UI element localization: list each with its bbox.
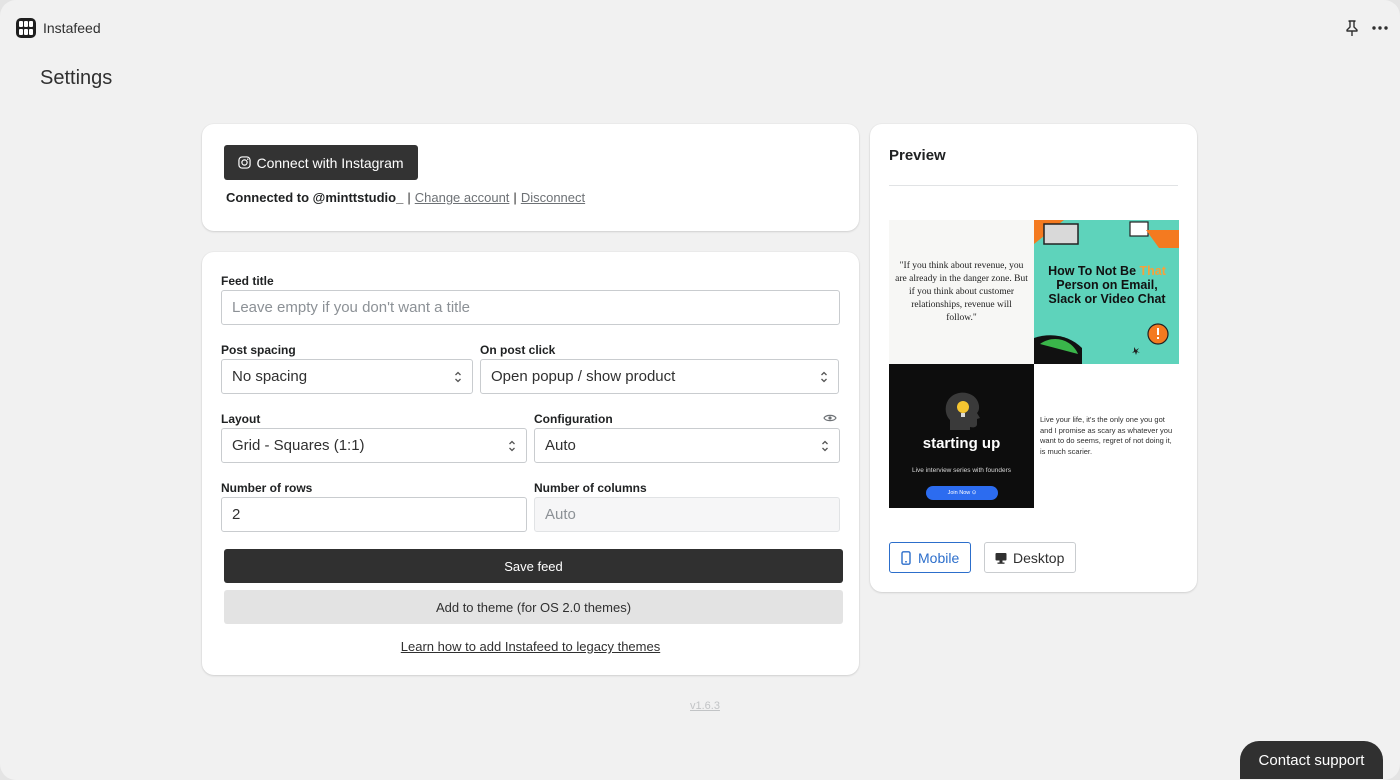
disconnect-link[interactable]: Disconnect [521, 190, 585, 205]
on-post-click-value: Open popup / show product [491, 368, 676, 385]
select-arrows-icon [822, 440, 828, 452]
post-starting-up-title: starting up [922, 435, 1001, 452]
post-life-text: Live your life, it's the only one you go… [1040, 415, 1173, 456]
version-link[interactable]: v1.6.3 [690, 700, 720, 712]
head-bulb-icon [945, 392, 980, 430]
post-spacing-select[interactable]: No spacing [221, 359, 473, 394]
configuration-value: Auto [545, 437, 576, 454]
pin-icon[interactable] [1343, 19, 1361, 37]
add-to-theme-button[interactable]: Add to theme (for OS 2.0 themes) [224, 590, 843, 624]
tab-desktop-label: Desktop [1013, 549, 1065, 566]
preview-card: Preview "If you think about revenue, you… [870, 124, 1197, 592]
legacy-themes-link[interactable]: Learn how to add Instafeed to legacy the… [202, 639, 859, 654]
app-window: Instafeed Settings Connect with Instagra… [0, 0, 1400, 780]
post-email-highlight: That [1139, 264, 1166, 278]
preview-post-email[interactable]: How To Not Be That Person on Email, Slac… [1034, 220, 1179, 364]
select-arrows-icon [821, 371, 827, 383]
preview-post-text[interactable]: Live your life, it's the only one you go… [1034, 364, 1179, 508]
tab-mobile-label: Mobile [918, 549, 960, 566]
layout-value: Grid - Squares (1:1) [232, 437, 365, 454]
configuration-select[interactable]: Auto [534, 428, 840, 463]
rows-label: Number of rows [221, 481, 313, 495]
more-icon[interactable] [1370, 19, 1390, 37]
configuration-label: Configuration [534, 412, 613, 426]
connect-card: Connect with Instagram Connected to @min… [202, 124, 859, 231]
post-spacing-value: No spacing [232, 368, 308, 385]
rows-input[interactable]: 2 [221, 497, 527, 532]
columns-label: Number of columns [534, 481, 647, 495]
save-feed-button[interactable]: Save feed [224, 549, 843, 583]
columns-input: Auto [534, 497, 840, 532]
eye-icon[interactable] [823, 413, 837, 423]
contact-support-button[interactable]: Contact support [1240, 741, 1383, 779]
app-name: Instafeed [43, 20, 101, 36]
instagram-icon [238, 156, 252, 169]
top-bar: Instafeed [0, 0, 1400, 56]
connect-instagram-button[interactable]: Connect with Instagram [224, 145, 418, 180]
post-email-text-before: How To Not Be [1048, 264, 1140, 278]
on-post-click-select[interactable]: Open popup / show product [480, 359, 839, 394]
connected-account-text: Connected to @minttstudio_ [226, 190, 404, 205]
preview-post-starting-up[interactable]: starting up Live interview series with f… [889, 364, 1034, 508]
app-grid-icon [16, 18, 36, 38]
feed-title-input[interactable]: Leave empty if you don't want a title [221, 290, 840, 325]
post-spacing-label: Post spacing [221, 343, 296, 357]
post-starting-up-subtitle: Live interview series with founders [912, 467, 1011, 474]
preview-title: Preview [889, 147, 946, 164]
post-email-headline: How To Not Be That Person on Email, Slac… [1042, 264, 1172, 306]
preview-divider [889, 185, 1178, 186]
mobile-icon [901, 550, 911, 565]
post-join-now-button: Join Now ⊙ [926, 486, 998, 500]
change-account-link[interactable]: Change account [415, 190, 510, 205]
page-title: Settings [40, 67, 113, 89]
connection-status: Connected to @minttstudio_ | Change accoun… [226, 190, 586, 205]
feed-title-label: Feed title [221, 274, 274, 288]
feed-settings-card: Feed title Leave empty if you don't want… [202, 252, 859, 675]
layout-label: Layout [221, 412, 261, 426]
tab-desktop[interactable]: Desktop [984, 542, 1076, 573]
tab-mobile[interactable]: Mobile [889, 542, 971, 573]
select-arrows-icon [455, 371, 461, 383]
connect-instagram-label: Connect with Instagram [256, 154, 404, 171]
select-arrows-icon [509, 440, 515, 452]
desktop-icon [995, 552, 1007, 564]
post-quote-text: "If you think about revenue, you are alr… [895, 260, 1028, 323]
on-post-click-label: On post click [480, 343, 556, 357]
layout-select[interactable]: Grid - Squares (1:1) [221, 428, 527, 463]
post-email-text-after: Person on Email, Slack or Video Chat [1048, 278, 1166, 306]
preview-post-quote[interactable]: "If you think about revenue, you are alr… [889, 220, 1034, 364]
